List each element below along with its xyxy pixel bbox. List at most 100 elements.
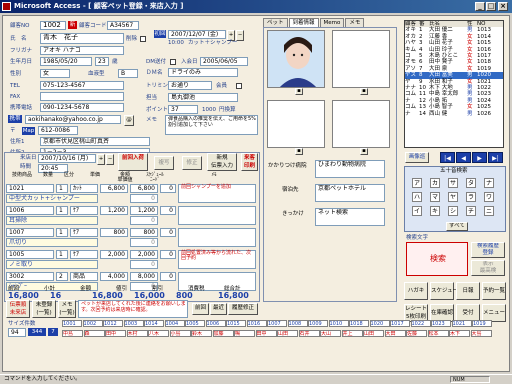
row-disc[interactable]: 0 (130, 216, 158, 225)
visit-memo-note[interactable]: ペットが来店してくれた後に連絡をお願いします。次回予約は来店時に確認。 (78, 300, 188, 318)
kana-button[interactable]: キ (430, 206, 440, 216)
row-qty[interactable]: 1 (56, 184, 68, 193)
name-field[interactable]: 青木 花子 (40, 33, 124, 44)
pet-photo-3[interactable] (267, 100, 325, 148)
dm-name-field[interactable]: ドライのみ (168, 68, 238, 77)
row-amount[interactable]: 1,200 (130, 206, 158, 215)
visit-date-field[interactable]: 2007/10/16 (月) (38, 154, 96, 163)
footer-name[interactable]: 大山 (320, 330, 341, 337)
footer-name[interactable]: 田中 (105, 330, 126, 337)
row-amount[interactable]: 800 (130, 228, 158, 237)
row-disc[interactable]: 0 (130, 194, 158, 203)
kana-button[interactable]: ハ (412, 192, 422, 202)
footer-name[interactable]: 山田 (363, 330, 384, 337)
unregistered-list-button[interactable]: 未登録 (一覧) (32, 300, 56, 318)
mail-send-button[interactable]: @ (124, 115, 134, 126)
dm-checkbox[interactable] (170, 59, 176, 65)
row-disc[interactable]: 0 (130, 260, 158, 269)
footer-name[interactable]: 田中 (255, 330, 277, 337)
row-qty[interactable]: 1 (56, 228, 68, 237)
customer-list-row[interactable]: ナ 14 西山 健 男 1026 (405, 111, 503, 117)
trim-select[interactable]: お通り (168, 81, 212, 90)
prev-visit-button[interactable]: 前回 (192, 303, 209, 315)
pet-photo[interactable] (267, 30, 325, 88)
row-amount[interactable]: 6,800 (130, 184, 158, 193)
search-history-button[interactable]: 検索履歴 登録 (471, 242, 505, 258)
footer-code[interactable]: 1002 (82, 320, 103, 327)
kana-button[interactable]: チ (466, 206, 476, 216)
addr1-field[interactable]: 京都市伏見区桃山町真斉 (40, 137, 150, 146)
pet-photo-4[interactable] (332, 100, 390, 148)
row-price[interactable]: 6,800 (100, 184, 128, 193)
row-sched[interactable]: 0 (160, 272, 176, 281)
row-code[interactable]: 1006 (6, 206, 54, 215)
row-amount[interactable]: 8,000 (130, 272, 158, 281)
age-filter-button[interactable]: 344 (28, 328, 46, 336)
kana-button[interactable]: タ (466, 178, 476, 188)
kana-button[interactable]: ワ (484, 192, 494, 202)
footer-code[interactable]: 1010 (328, 320, 349, 327)
minimize-button[interactable]: _ (475, 2, 485, 11)
gender-filter-button[interactable]: 7 (48, 328, 58, 336)
row-kbn[interactable]: 商品 (70, 272, 98, 281)
pet-tab-0[interactable]: ペット (263, 18, 288, 27)
nav-first-button[interactable]: |◀ (440, 152, 455, 163)
row-name[interactable]: 耳掃除 (6, 216, 98, 225)
footer-name[interactable]: 木村 (126, 330, 148, 337)
footer-name[interactable]: 松本 (427, 330, 449, 337)
customer-list[interactable]: 顧客番氏名性 NO オキ 1 大田 優二男 1013 オカ 2 江藤 香女 1014 ハヤ 3 山田 花… (404, 20, 504, 148)
footer-code[interactable]: 1015 (226, 320, 246, 327)
footer-name[interactable]: 鳴 (234, 330, 255, 337)
row-code[interactable]: 1021 (6, 184, 54, 193)
footer-name[interactable]: 八木 (148, 330, 169, 337)
footer-code[interactable]: 1020 (369, 320, 390, 327)
footer-code[interactable]: 1018 (349, 320, 369, 327)
footer-code[interactable]: 1007 (267, 320, 287, 327)
row-memo[interactable]: 前回シャンプーを追加 (178, 184, 256, 203)
row-memo[interactable] (178, 206, 256, 225)
kana-button[interactable]: カ (430, 178, 440, 188)
map-button[interactable]: Map (22, 127, 35, 135)
photo4-scroll-button[interactable]: ▪ (360, 148, 368, 155)
birth-field[interactable]: 1985/05/20 (40, 57, 92, 66)
close-button[interactable]: × (498, 2, 508, 11)
footer-code[interactable]: 1009 (308, 320, 328, 327)
side-button-3[interactable]: 予約一覧 (482, 282, 506, 300)
row-kbn[interactable]: ｹｱ (70, 206, 98, 215)
side-button-1[interactable]: スケジュール (430, 282, 464, 300)
kana-all-button[interactable]: すべて (446, 222, 468, 231)
row-memo[interactable]: 前回処置済み等から流れた、次回予約 (178, 250, 256, 269)
footer-code[interactable]: 1012 (103, 320, 123, 327)
nav-last-button[interactable]: ▶| (488, 152, 503, 163)
fax-field[interactable] (40, 92, 124, 101)
kana-button[interactable]: サ (448, 178, 458, 188)
row-code[interactable]: 3002 (6, 272, 54, 281)
footer-code[interactable]: 1019 (472, 320, 492, 327)
row-name[interactable]: 中型犬カット+シャンプー (6, 194, 98, 203)
footer-name[interactable]: 佐藤 (406, 330, 427, 337)
row-kbn[interactable]: ｶｯﾄ (70, 184, 98, 193)
new-slip-button[interactable]: 新規 伝票入力 (207, 153, 237, 171)
row-memo[interactable] (178, 228, 256, 247)
customer-id-field[interactable]: 1002 (40, 21, 66, 30)
row-name[interactable]: ノミ取り (6, 260, 98, 269)
footer-name[interactable]: 木下 (449, 330, 470, 337)
modify-button[interactable]: 修正 (182, 156, 202, 170)
footer-name[interactable]: 大島 (470, 330, 492, 337)
footer-code[interactable]: 1021 (451, 320, 472, 327)
row-qty[interactable]: 2 (56, 272, 68, 281)
footer-code[interactable]: 1006 (205, 320, 226, 327)
kana-button[interactable]: ア (412, 178, 422, 188)
photo3-scroll-button[interactable]: ▪ (295, 148, 303, 155)
row-amount[interactable]: 2,000 (130, 250, 158, 259)
footer-code[interactable]: 1001 (62, 320, 82, 327)
kana-button[interactable]: マ (430, 192, 440, 202)
hospital-field[interactable]: ひまわり動物病院 (315, 160, 385, 178)
history-edit-button[interactable]: 履歴修正 (228, 303, 258, 315)
visitor-print-button[interactable]: 来客印刷 (241, 153, 258, 171)
row-qty[interactable]: 1 (56, 250, 68, 259)
furigana-field[interactable]: アオキ ハナコ (40, 46, 124, 55)
footer-name[interactable]: 井上 (341, 330, 363, 337)
pet-tab-2[interactable]: Memo (319, 18, 345, 27)
member-checkbox[interactable] (236, 83, 242, 89)
